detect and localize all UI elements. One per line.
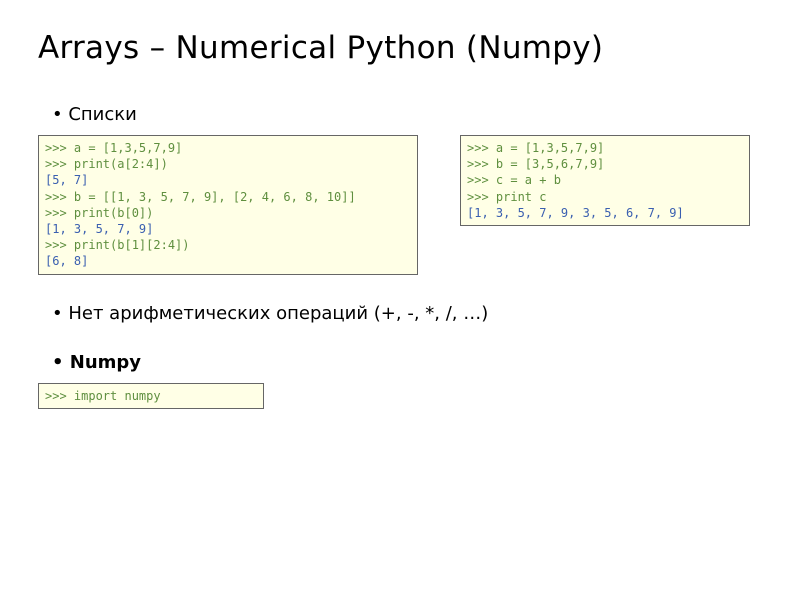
codebox-import: >>> import numpy	[38, 383, 264, 409]
bullet-numpy: Numpy	[52, 352, 762, 373]
slide-title: Arrays – Numerical Python (Numpy)	[38, 30, 762, 66]
bullet-no-arithmetic: Нет арифметических операций (+, -, *, /,…	[52, 303, 762, 324]
codebox-list-indexing: >>> a = [1,3,5,7,9]>>> print(a[2:4])[5, …	[38, 135, 418, 275]
bullet-lists: Списки	[52, 104, 762, 125]
codebox-list-concat: >>> a = [1,3,5,7,9]>>> b = [3,5,6,7,9]>>…	[460, 135, 750, 226]
code-row: >>> a = [1,3,5,7,9]>>> print(a[2:4])[5, …	[38, 135, 762, 275]
